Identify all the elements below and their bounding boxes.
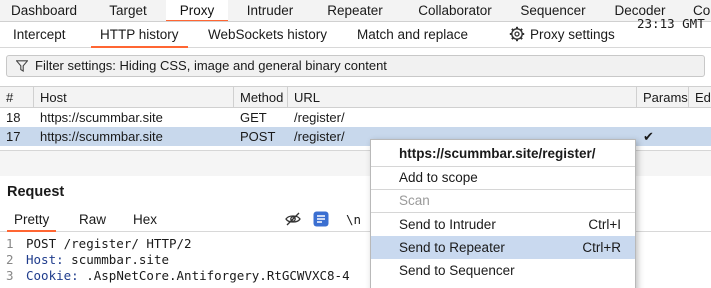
line-number: 1 (6, 236, 14, 251)
proxy-settings-button[interactable]: Proxy settings (509, 22, 615, 48)
tab-raw[interactable]: Raw (79, 207, 106, 232)
filter-icon (16, 60, 28, 72)
request-line: POST /register/ HTTP/2 (26, 236, 192, 251)
menu-item-label: Scan (399, 193, 430, 208)
cell-url: /register/ (294, 129, 345, 144)
filter-settings-bar[interactable]: Filter settings: Hiding CSS, image and g… (6, 55, 705, 77)
header-line-host: Host: scummbar.site (26, 252, 169, 267)
menu-shortcut: Ctrl+R (582, 240, 621, 255)
context-menu: https://scummbar.site/register/ Add to s… (370, 139, 636, 288)
table-row[interactable]: 18 https://scummbar.site GET /register/ (0, 108, 711, 127)
main-tab-bar: Dashboard Target Proxy Intruder Repeater… (0, 0, 711, 22)
show-newlines-toggle[interactable]: \n (346, 207, 361, 232)
subtab-websockets-history[interactable]: WebSockets history (208, 22, 327, 48)
cell-url: /register/ (294, 110, 345, 125)
header-value: .AspNetCore.Antiforgery.RtGCWVXC8-4 (78, 268, 350, 283)
cell-method: POST (240, 129, 276, 144)
menu-send-to-sequencer[interactable]: Send to Sequencer (371, 259, 635, 282)
line-number: 3 (6, 268, 14, 283)
menu-item-label: Send to Sequencer (399, 263, 515, 278)
menu-item-label: Send to Intruder (399, 217, 496, 232)
tab-intruder[interactable]: Intruder (238, 0, 302, 21)
column-url[interactable]: URL (288, 87, 637, 108)
cell-host: https://scummbar.site (40, 129, 163, 144)
column-number[interactable]: # (0, 87, 34, 108)
menu-scan: Scan (371, 189, 635, 212)
tab-sequencer[interactable]: Sequencer (514, 0, 592, 21)
table-header: # Host Method URL Params Edi (0, 87, 711, 108)
pretty-format-icon[interactable] (313, 211, 329, 227)
cell-number: 17 (6, 129, 21, 144)
menu-item-label: Send to Repeater (399, 240, 505, 255)
column-edited[interactable]: Edi (689, 87, 711, 108)
column-params[interactable]: Params (637, 87, 689, 108)
subtab-http-history[interactable]: HTTP history (91, 22, 188, 48)
header-key: Host: (26, 252, 64, 267)
context-menu-url-header: https://scummbar.site/register/ (399, 146, 596, 161)
line-number: 2 (6, 252, 14, 267)
tab-repeater[interactable]: Repeater (320, 0, 390, 21)
gear-icon (509, 26, 525, 42)
tab-collaborator[interactable]: Collaborator (408, 0, 502, 21)
menu-send-to-intruder[interactable]: Send to Intruder Ctrl+I (371, 213, 635, 236)
hide-non-printable-eye-icon[interactable] (285, 211, 301, 227)
request-panel-title: Request (7, 184, 65, 200)
tab-dashboard[interactable]: Dashboard (0, 0, 88, 21)
menu-send-to-repeater[interactable]: Send to Repeater Ctrl+R (371, 236, 635, 259)
subtab-match-and-replace[interactable]: Match and replace (357, 22, 468, 48)
cell-number: 18 (6, 110, 21, 125)
header-key: Cookie: (26, 268, 79, 283)
tab-target[interactable]: Target (92, 0, 164, 21)
tab-proxy[interactable]: Proxy (166, 0, 228, 21)
tab-pretty[interactable]: Pretty (7, 207, 57, 232)
params-checkmark-icon: ✔ (643, 129, 654, 144)
proxy-settings-label: Proxy settings (530, 27, 615, 42)
response-time-fragment: 23:13 GMT (637, 16, 705, 31)
tab-hex[interactable]: Hex (133, 207, 157, 232)
header-line-cookie: Cookie: .AspNetCore.Antiforgery.RtGCWVXC… (26, 268, 350, 283)
menu-shortcut: Ctrl+I (588, 217, 621, 232)
cell-method: GET (240, 110, 267, 125)
subtab-intercept[interactable]: Intercept (13, 22, 66, 48)
menu-item-label: Add to scope (399, 170, 478, 185)
column-host[interactable]: Host (34, 87, 234, 108)
proxy-sub-tab-bar: Intercept HTTP history WebSockets histor… (0, 22, 711, 48)
menu-add-to-scope[interactable]: Add to scope (371, 166, 635, 189)
filter-settings-text: Filter settings: Hiding CSS, image and g… (35, 58, 387, 73)
header-value: scummbar.site (63, 252, 169, 267)
cell-host: https://scummbar.site (40, 110, 163, 125)
column-method[interactable]: Method (234, 87, 288, 108)
